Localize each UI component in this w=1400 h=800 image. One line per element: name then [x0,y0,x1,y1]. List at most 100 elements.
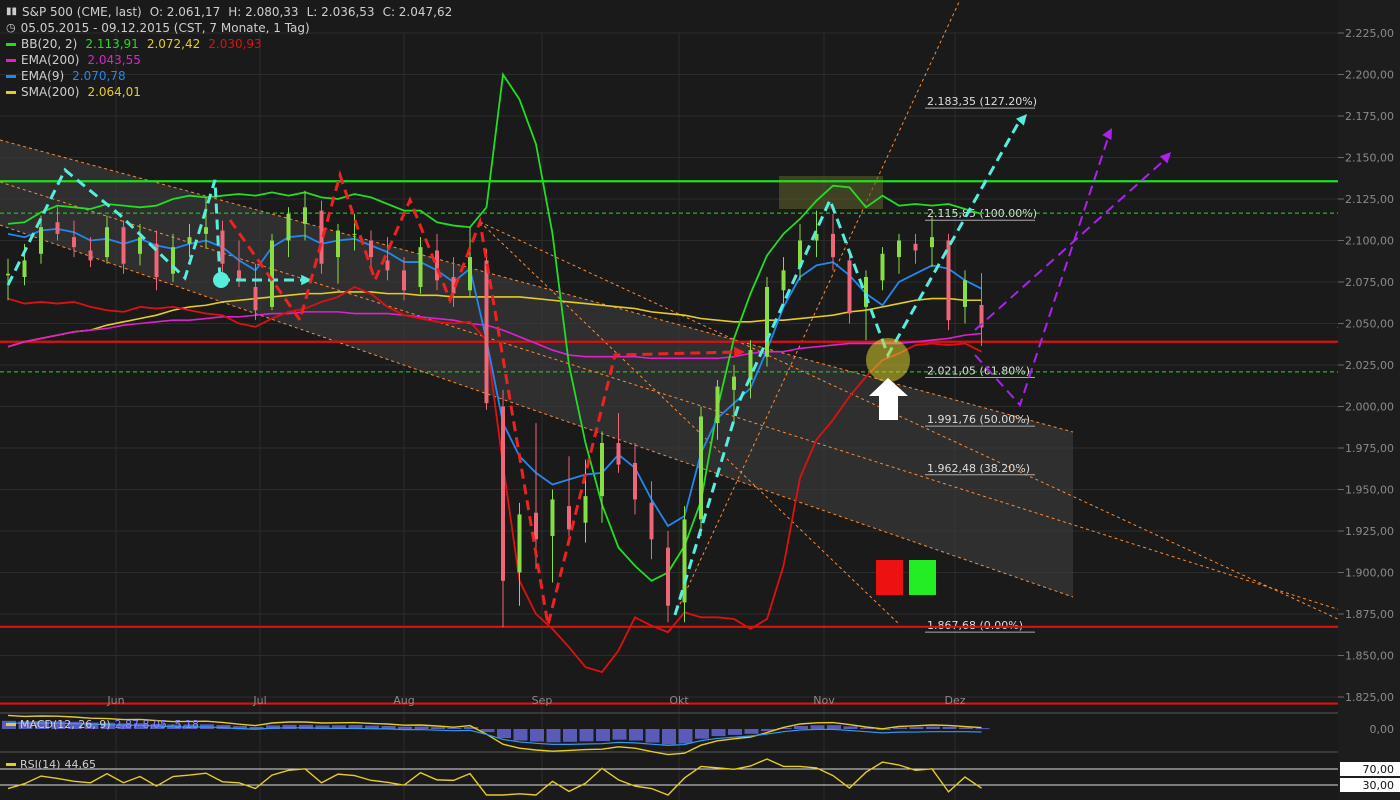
bb-upper-value: 2.113,91 [85,37,139,51]
candle-body [847,260,852,314]
legend-sma200[interactable]: SMA(200) 2.064,01 [6,84,452,100]
rsi-axis-label: 70,00 [1363,763,1395,776]
y-tick-label: 1.975,00 [1345,442,1394,455]
instrument-title: S&P 500 (CME, last) [22,5,142,19]
rsi-swatch [6,763,16,766]
candle-body [88,250,93,261]
candle-body [105,227,109,258]
bb-swatch [6,42,16,46]
candle-body [699,416,703,520]
ema9-label: EMA(9) [21,69,65,83]
rsi-legend: RSI(14) 44,65 [6,758,96,771]
candle-body [633,462,637,500]
candle-body [880,253,885,281]
bb-label: BB(20, 2) [21,37,78,51]
macd-label: MACD(12, 26, 9) [20,718,111,731]
candle-body [765,286,769,357]
y-tick-label: 1.925,00 [1345,525,1394,538]
y-tick-label: 2.100,00 [1345,235,1394,248]
ohlc-close: C: 2.047,62 [382,5,453,19]
macd-histogram-bar [629,729,643,741]
candle-body [55,222,60,234]
legend-ema200[interactable]: EMA(200) 2.043,55 [6,52,452,68]
y-tick-label: 2.075,00 [1345,276,1394,289]
red-square[interactable] [876,560,903,595]
candle-body [781,270,786,291]
macd-histogram-bar [596,729,610,742]
candle-body [649,502,654,540]
candle-body [567,506,571,530]
candle-body [616,443,621,465]
macd-histogram-bar [612,729,627,740]
macd-histogram-bar [431,727,445,729]
ema200-label: EMA(200) [21,53,80,67]
candle-body [534,512,538,540]
y-tick-label: 1.950,00 [1345,484,1394,497]
y-tick-label: 2.150,00 [1345,152,1394,165]
ema9-swatch [6,74,16,78]
x-tick-label: Sep [532,694,553,707]
sma200-label: SMA(200) [21,85,80,99]
y-tick-label: 2.050,00 [1345,318,1394,331]
green-square[interactable] [909,560,936,595]
fib-label: 1.867,68 (0.00%) [927,619,1023,632]
macd-histogram-bar [744,729,759,734]
x-tick-label: Okt [669,694,689,707]
candle-body [897,240,901,258]
macd-histogram-bar [827,725,841,729]
price-axis: 2.225,00 2.200,00 2.175,00 2.150,00 2.125,00… [1338,0,1400,800]
candle-body [286,213,291,241]
ema9-value: 2.070,78 [72,69,126,83]
macd-histogram-bar [513,729,528,741]
macd-histogram-bar [843,726,858,729]
candle-body [369,240,373,258]
candle-body [22,260,27,278]
rsi-label: RSI(14) [20,758,61,771]
candle-body [715,386,720,424]
highlight-circle[interactable] [866,338,910,382]
date-range: 05.05.2015 - 09.12.2015 (CST, 7 Monate, … [20,21,310,35]
macd-histogram-bar [926,726,940,729]
candle-body [468,257,472,291]
macd-axis-label: 0,00 [1370,723,1395,736]
y-tick-label: 2.175,00 [1345,110,1394,123]
x-tick-label: Nov [813,694,835,707]
y-tick-label: 1.875,00 [1345,608,1394,621]
macd-histogram-bar [678,729,693,744]
macd-histogram-bar [530,729,544,742]
x-tick-label: Aug [393,694,414,707]
macd-histogram-bar [414,726,429,729]
macd-histogram-bar [959,727,973,729]
macd-histogram-bar [695,729,709,739]
price-chart[interactable]: 2.183,35 (127.20%) 2.115,85 (100.00%) 2.02… [0,0,1400,800]
fib-label: 2.183,35 (127.20%) [927,95,1037,108]
candle-body [220,230,225,264]
candle-body [913,243,918,251]
candle-body [732,376,736,390]
macd-histogram-bar [579,729,594,742]
candle-body [517,514,522,573]
chart-legend: ▮▮ S&P 500 (CME, last) O: 2.061,17 H: 2.… [6,4,452,100]
candle-body [963,280,967,307]
macd-histogram-bar [728,729,742,735]
clock-icon: ◷ [6,21,16,34]
candle-body [930,237,934,248]
fib-label: 1.962,48 (38.20%) [927,462,1030,475]
legend-ema9[interactable]: EMA(9) 2.070,78 [6,68,452,84]
macd-values: 2,87 8,05 -5,18 [114,718,199,731]
candle-body [138,237,142,254]
ohlc-low: L: 2.036,53 [306,5,375,19]
macd-histogram-bar [497,729,511,739]
candle-body [831,233,835,258]
cyan-dot[interactable] [213,272,229,288]
candle-body [435,250,439,281]
x-tick-label: Jul [252,694,266,707]
macd-histogram-bar [546,729,561,743]
candle-body [600,443,604,497]
macd-histogram-bar [942,726,957,729]
legend-title-row: ▮▮ S&P 500 (CME, last) O: 2.061,17 H: 2.… [6,4,452,20]
legend-bb[interactable]: BB(20, 2) 2.113,91 2.072,42 2.030,93 [6,36,452,52]
candle-body [39,227,43,254]
macd-histogram-bar [794,726,808,729]
ohlc-open: O: 2.061,17 [149,5,221,19]
